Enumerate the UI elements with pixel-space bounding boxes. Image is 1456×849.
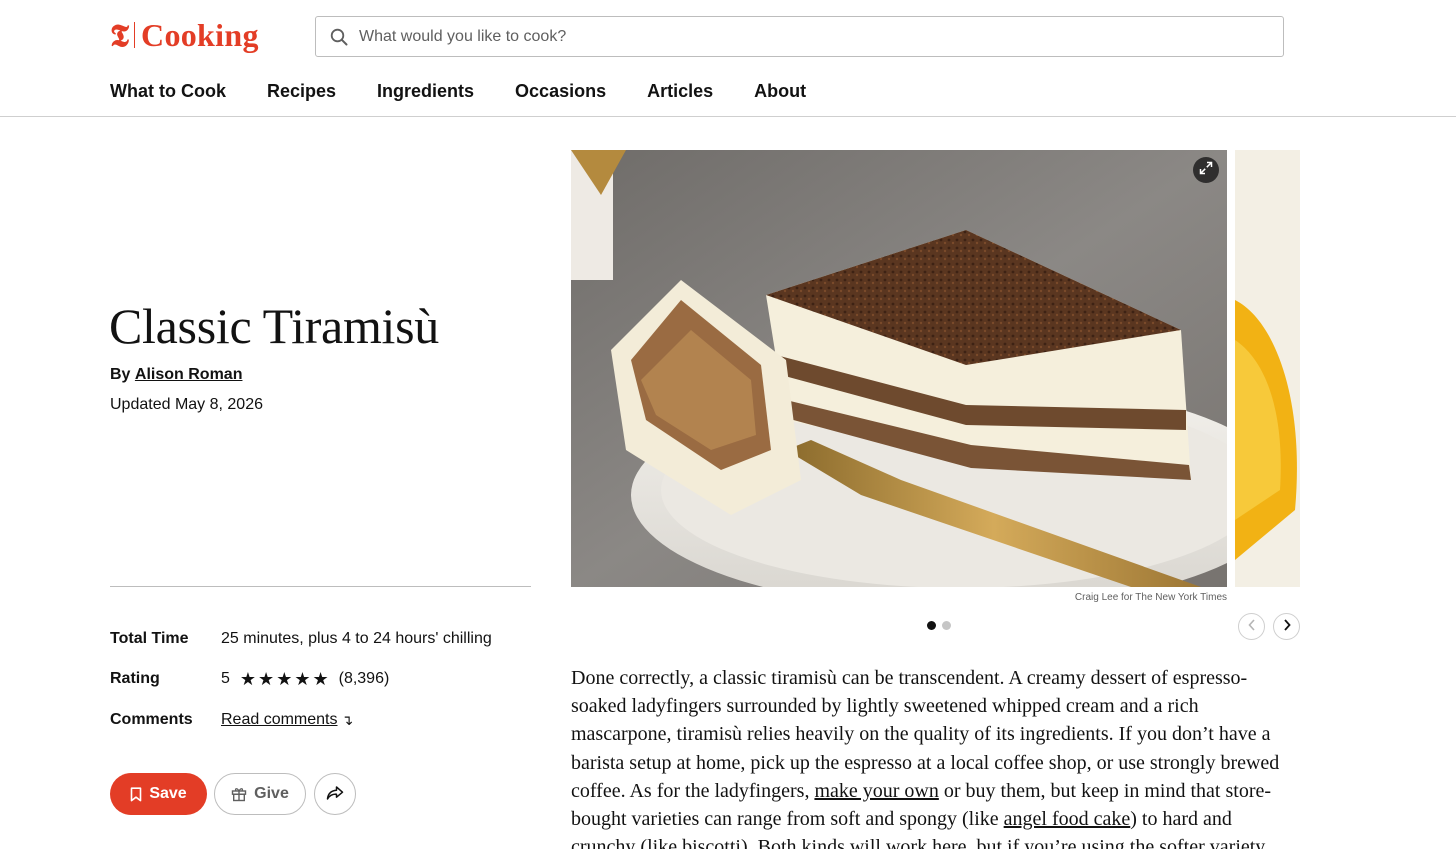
meta-divider <box>110 586 531 587</box>
biscotti-link[interactable]: biscotti <box>682 836 741 849</box>
save-label: Save <box>149 785 187 802</box>
star-icon: ★ <box>312 669 329 689</box>
search-icon <box>329 27 349 47</box>
search-bar[interactable] <box>315 16 1284 57</box>
total-time-row: Total Time 25 minutes, plus 4 to 24 hour… <box>110 629 492 649</box>
expand-photo-button[interactable] <box>1193 157 1219 183</box>
bookmark-icon <box>130 786 142 802</box>
cooking-wordmark: Cooking <box>141 17 259 53</box>
byline: By Alison Roman <box>110 365 242 385</box>
gift-icon <box>231 786 247 802</box>
nav-about[interactable]: About <box>754 79 806 103</box>
read-comments-link[interactable]: Read comments <box>221 710 338 730</box>
comments-row: Comments Read comments ↴ <box>110 710 353 730</box>
nav-ingredients[interactable]: Ingredients <box>377 79 474 103</box>
logo-divider <box>134 22 136 48</box>
star-icon: ★ <box>294 669 311 689</box>
carousel-dots <box>927 621 957 630</box>
nav-articles[interactable]: Articles <box>647 79 713 103</box>
tiramisu-photo-illustration <box>571 150 1227 587</box>
arrow-down-icon: ↴ <box>341 712 354 728</box>
rating-count: (8,396) <box>338 670 390 687</box>
star-icon: ★ <box>276 669 293 689</box>
carousel-prev-button[interactable] <box>1238 613 1265 640</box>
search-input[interactable] <box>359 27 1283 46</box>
author-link[interactable]: Alison Roman <box>135 366 243 383</box>
updated-date: Updated May 8, 2026 <box>110 396 263 413</box>
angel-food-cake-link[interactable]: angel food cake <box>1004 808 1131 830</box>
next-photo-illustration <box>1235 150 1300 587</box>
byline-prefix: By <box>110 366 131 383</box>
rating-value: 5 <box>221 670 230 687</box>
next-photo-peek[interactable] <box>1235 150 1300 587</box>
nyt-t-logo: 𝕿 <box>110 17 130 53</box>
give-button[interactable]: Give <box>214 773 306 815</box>
share-button[interactable] <box>314 773 356 815</box>
cooking-logo[interactable]: 𝕿 Cooking <box>110 17 259 53</box>
recipe-description: Done correctly, a classic tiramisù can b… <box>571 664 1301 849</box>
site-header: 𝕿 Cooking What to Cook Recipes Ingredien… <box>0 0 1456 117</box>
total-time-label: Total Time <box>110 630 189 647</box>
star-icon: ★ <box>258 669 275 689</box>
rating-value-group[interactable]: 5 ★ ★ ★ ★ ★ (8,396) <box>221 669 389 689</box>
comments-label: Comments <box>110 711 193 728</box>
chevron-left-icon <box>1247 618 1257 636</box>
nav-occasions[interactable]: Occasions <box>515 79 606 103</box>
rating-row: Rating 5 ★ ★ ★ ★ ★ (8,396) <box>110 669 389 689</box>
save-button[interactable]: Save <box>110 773 207 815</box>
chevron-right-icon <box>1282 618 1292 636</box>
photo-credit: Craig Lee for The New York Times <box>1074 592 1227 603</box>
recipe-title: Classic Tiramisù <box>109 298 439 354</box>
carousel-next-button[interactable] <box>1273 613 1300 640</box>
nav-recipes[interactable]: Recipes <box>267 79 336 103</box>
share-arrow-icon <box>326 785 344 804</box>
carousel-dot-1[interactable] <box>927 621 936 630</box>
carousel-dot-2[interactable] <box>942 621 951 630</box>
recipe-photo[interactable] <box>571 150 1227 587</box>
nav-what-to-cook[interactable]: What to Cook <box>110 79 226 103</box>
make-your-own-link[interactable]: make your own <box>814 780 938 802</box>
rating-label: Rating <box>110 670 160 687</box>
expand-icon <box>1199 161 1213 180</box>
rating-stars: ★ ★ ★ ★ ★ <box>240 670 331 688</box>
give-label: Give <box>254 785 289 802</box>
total-time-value: 25 minutes, plus 4 to 24 hours' chilling <box>221 630 492 647</box>
star-icon: ★ <box>239 669 257 689</box>
main-nav: What to Cook Recipes Ingredients Occasio… <box>110 79 847 103</box>
